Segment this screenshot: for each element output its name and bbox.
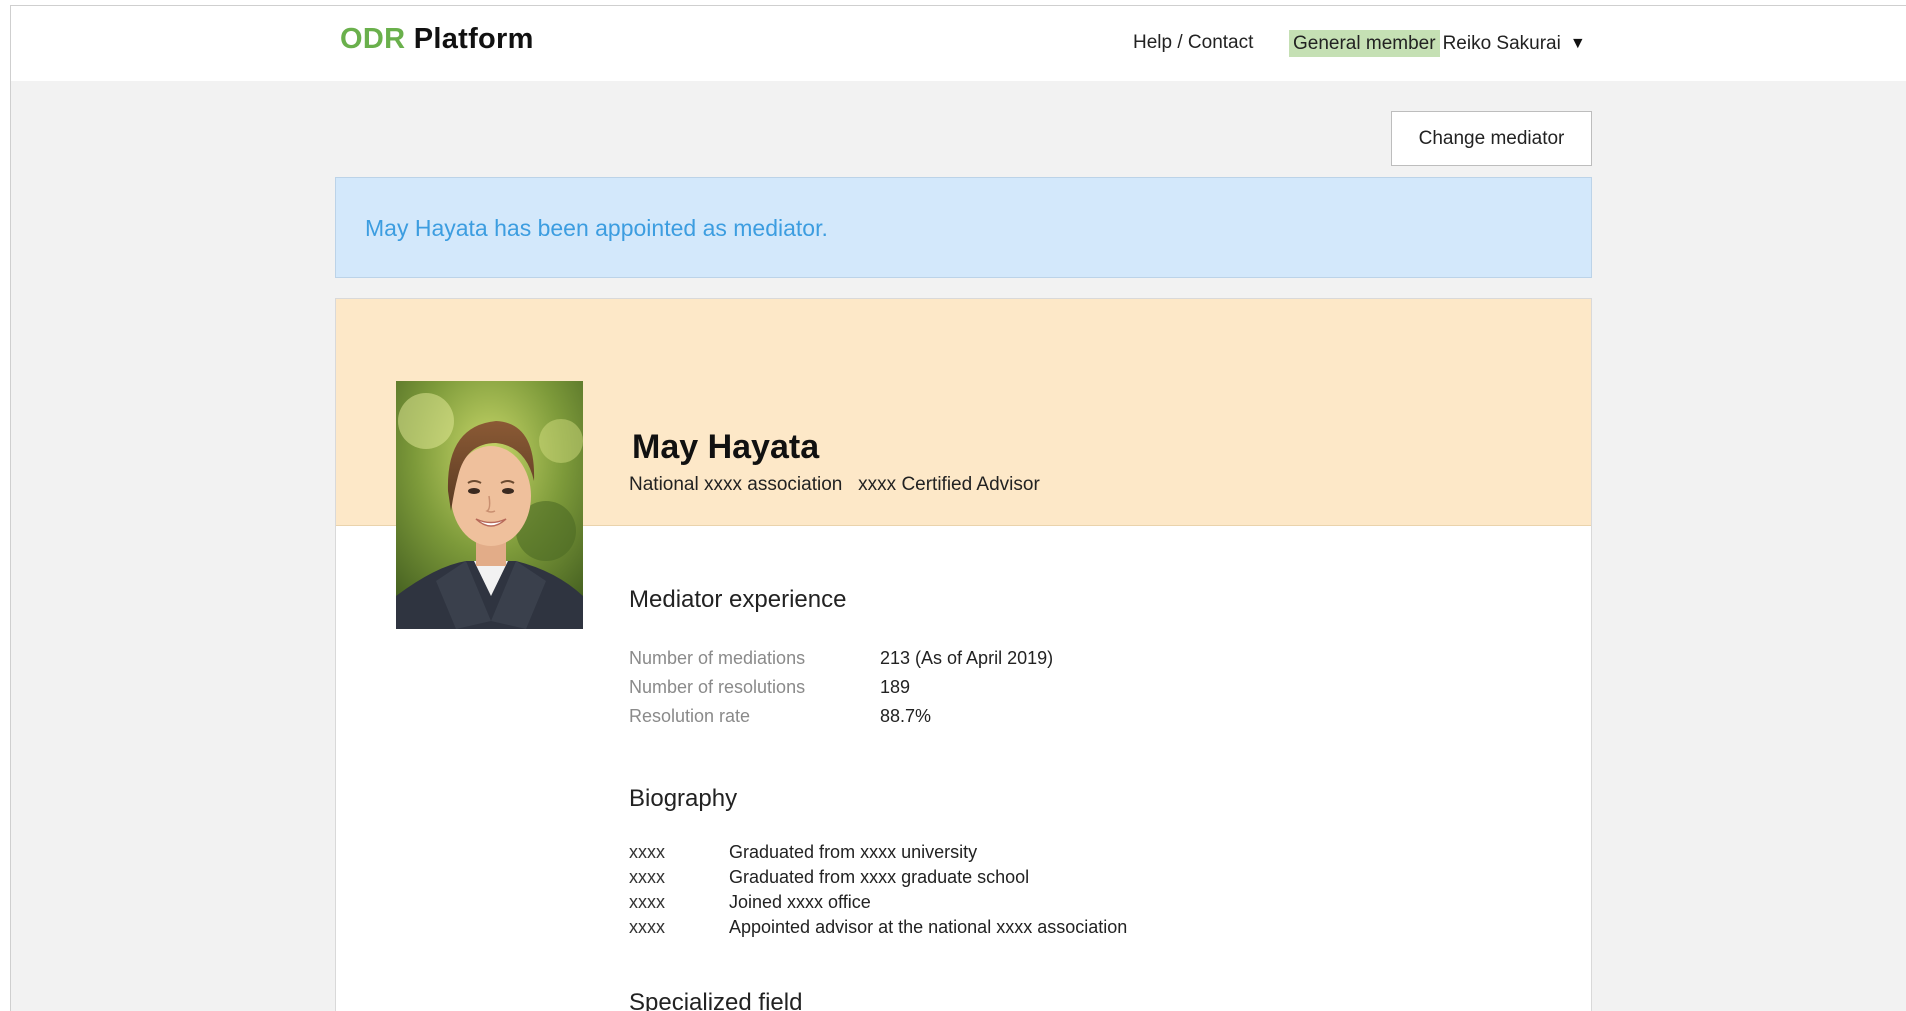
stat-row: Number of resolutions 189 [629,673,1053,702]
stat-label: Resolution rate [629,706,751,726]
app-window: ODR Platform Help / Contact General memb… [10,5,1906,1011]
notice-message: May Hayata has been appointed as mediato… [365,215,828,241]
bio-text: Joined xxxx office [729,892,871,912]
bio-text: Graduated from xxxx university [729,842,978,862]
stat-row: Resolution rate 88.7% [629,702,1053,731]
mediator-profile-card: May Hayata National xxxx association xxx… [335,298,1592,1011]
user-name: Reiko Sakurai [1442,32,1561,54]
stat-value: 189 [880,677,911,697]
top-header: ODR Platform Help / Contact General memb… [11,6,1906,81]
stat-value: 88.7% [880,706,932,726]
biography-heading: Biography [629,785,738,812]
bio-year: xxxx [629,867,665,887]
change-mediator-button[interactable]: Change mediator [1391,111,1592,166]
mediator-affiliation: National xxxx association xxxx Certified… [629,474,1040,495]
mediator-photo [396,381,583,629]
bio-row: xxxx Graduated from xxxx university [629,840,1127,865]
bio-text: Appointed advisor at the national xxxx a… [729,917,1128,937]
portrait-image [396,381,583,629]
bio-row: xxxx Joined xxxx office [629,890,1127,915]
platform-logo[interactable]: ODR Platform [340,23,534,56]
stat-label: Number of resolutions [629,677,806,697]
bio-row: xxxx Graduated from xxxx graduate school [629,865,1127,890]
help-contact-link[interactable]: Help / Contact [1133,32,1253,54]
specialized-field-heading: Specialized field [629,989,803,1011]
bio-year: xxxx [629,842,665,862]
bio-year: xxxx [629,892,665,912]
bio-year: xxxx [629,917,665,937]
bio-row: xxxx Appointed advisor at the national x… [629,915,1127,940]
caret-down-icon[interactable]: ▼ [1570,35,1586,53]
logo-text: Platform [413,23,534,55]
logo-accent-text: ODR [340,23,406,55]
stat-value: 213 (As of April 2019) [880,648,1054,668]
user-menu[interactable]: General member Reiko Sakurai ▼ [1289,30,1586,57]
experience-heading: Mediator experience [629,586,847,613]
mediator-name: May Hayata [632,428,820,466]
stat-row: Number of mediations 213 (As of April 20… [629,644,1053,673]
biography-list: xxxx Graduated from xxxx university xxxx… [629,840,1127,940]
bio-text: Graduated from xxxx graduate school [729,867,1030,887]
experience-stats: Number of mediations 213 (As of April 20… [629,644,1053,731]
appointment-notice: May Hayata has been appointed as mediato… [335,177,1592,278]
member-type-badge: General member [1289,30,1440,57]
stat-label: Number of mediations [629,648,806,668]
